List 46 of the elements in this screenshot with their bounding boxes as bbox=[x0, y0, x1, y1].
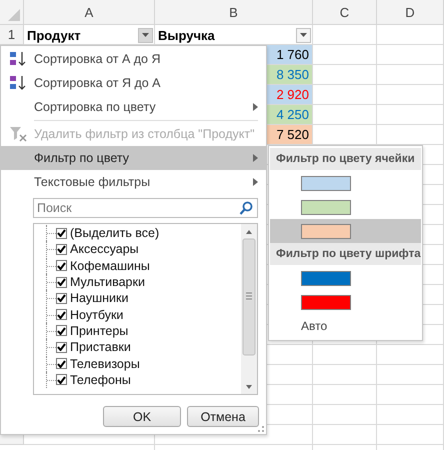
checkbox[interactable] bbox=[56, 260, 67, 272]
filter-button[interactable] bbox=[138, 28, 153, 42]
sort-ascending-icon bbox=[8, 51, 26, 67]
header-cell: Продукт bbox=[27, 28, 81, 42]
checkbox-label[interactable]: Кофемашины bbox=[70, 258, 150, 273]
menu-item[interactable] bbox=[270, 219, 421, 244]
checkbox-label[interactable]: Аксессуары bbox=[70, 242, 139, 256]
caret-icon bbox=[142, 33, 149, 37]
menu-item[interactable]: Авто bbox=[270, 314, 421, 338]
checkbox-label[interactable]: Принтеры bbox=[70, 324, 128, 338]
select-all-icon bbox=[8, 9, 20, 21]
checkbox[interactable] bbox=[56, 374, 67, 386]
resize-grip-icon bbox=[257, 425, 265, 433]
column-header[interactable]: A bbox=[24, 0, 155, 25]
checkbox-label[interactable]: Наушники bbox=[70, 291, 128, 306]
checkbox[interactable] bbox=[56, 244, 67, 255]
clear-filter-icon bbox=[8, 126, 26, 142]
checkbox-label[interactable]: Телевизоры bbox=[70, 356, 140, 371]
dialog-button[interactable]: OK bbox=[103, 406, 181, 427]
row-header[interactable]: 1 bbox=[0, 25, 24, 45]
checkbox[interactable] bbox=[56, 325, 67, 336]
column-header[interactable]: D bbox=[377, 0, 444, 25]
checkbox[interactable] bbox=[56, 309, 67, 320]
checkbox[interactable] bbox=[56, 342, 67, 353]
section-heading: Фильтр по цвету ячейки bbox=[270, 148, 421, 170]
section-heading: Фильтр по цвету шрифта bbox=[270, 243, 421, 265]
checkbox[interactable] bbox=[56, 228, 67, 239]
checkbox[interactable] bbox=[56, 292, 67, 304]
menu-item[interactable]: Фильтр по цвету bbox=[1, 146, 266, 170]
column-header[interactable]: B bbox=[155, 0, 313, 25]
menu-item[interactable]: Текстовые фильтры bbox=[1, 170, 266, 194]
checkbox-label[interactable]: Телефоны bbox=[70, 372, 131, 387]
checkbox-label[interactable]: Мультиварки bbox=[70, 275, 145, 290]
dialog-button[interactable]: Отмена bbox=[187, 406, 259, 427]
checkbox-label[interactable]: Приставки bbox=[70, 340, 131, 354]
checkbox[interactable] bbox=[56, 358, 67, 370]
filter-button[interactable] bbox=[296, 28, 311, 42]
search-icon bbox=[239, 201, 253, 215]
checkbox-label[interactable]: Ноутбуки bbox=[70, 308, 124, 322]
checkbox-label[interactable]: (Выделить все) bbox=[70, 226, 160, 240]
checkbox[interactable] bbox=[56, 276, 67, 288]
caret-icon bbox=[300, 33, 307, 37]
column-header[interactable]: C bbox=[313, 0, 377, 25]
sort-descending-icon bbox=[8, 75, 26, 91]
header-cell: Выручка bbox=[158, 28, 215, 42]
search-field[interactable]: Поиск bbox=[33, 198, 258, 218]
